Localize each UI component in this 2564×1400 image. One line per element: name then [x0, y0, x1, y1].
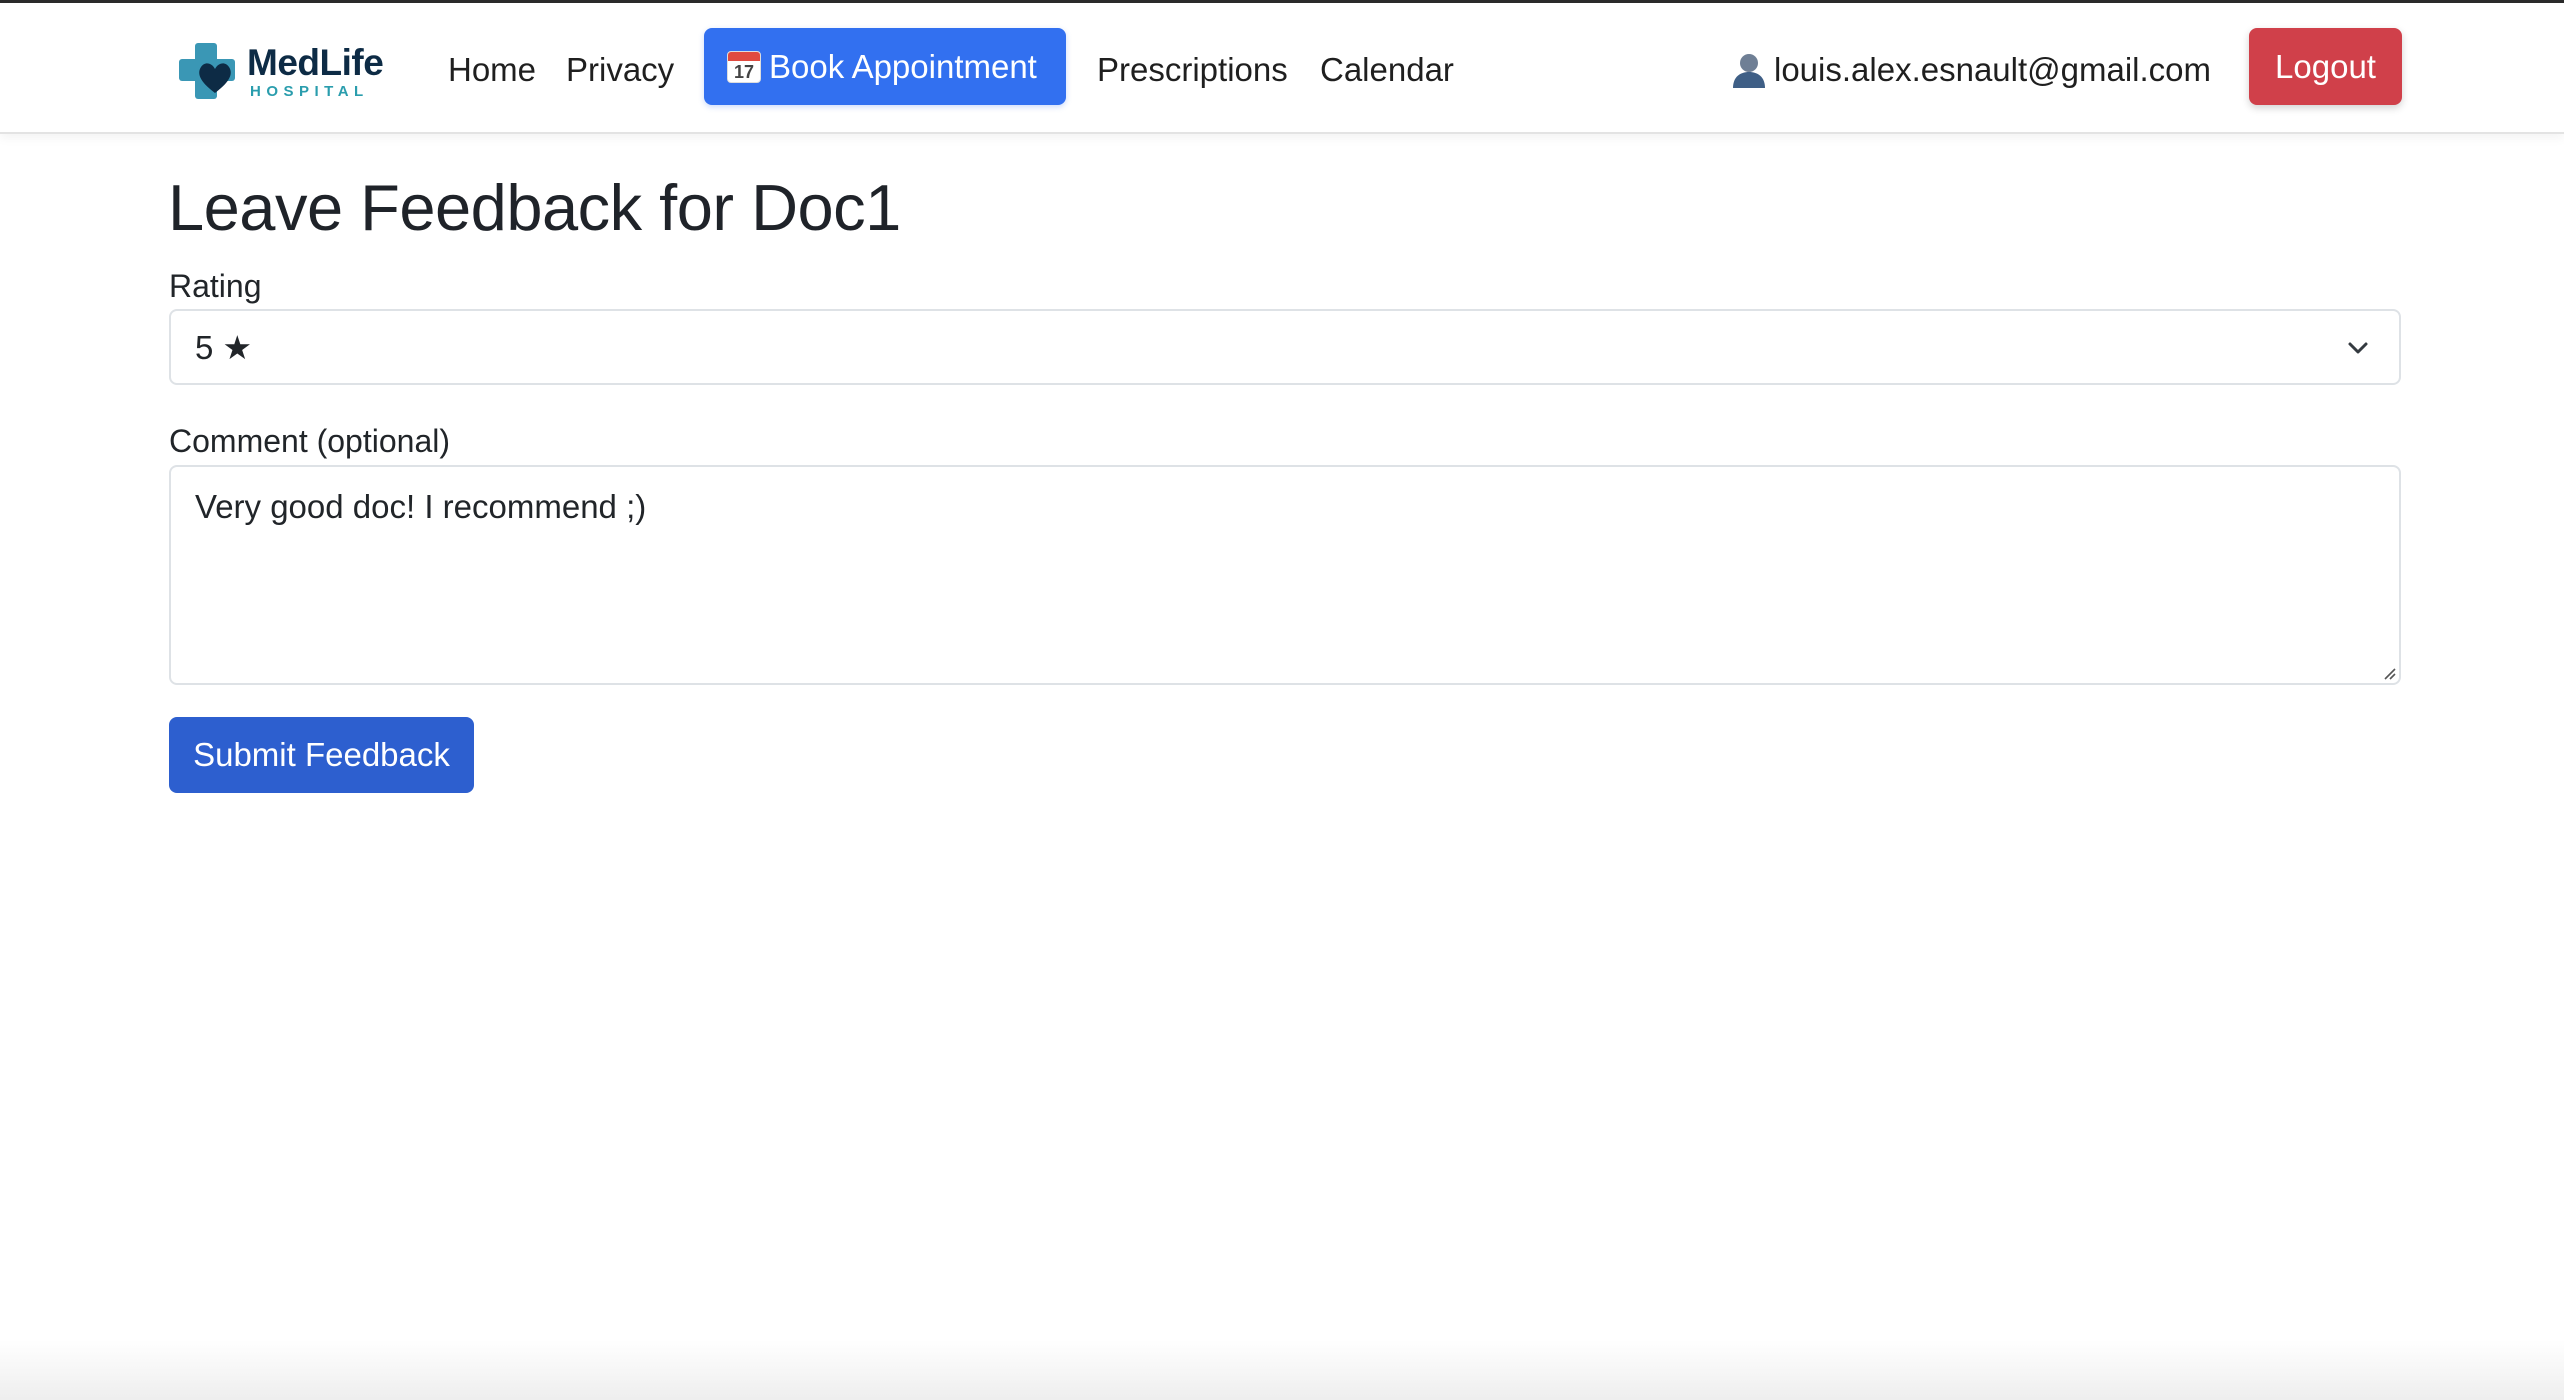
nav-link-calendar[interactable]: Calendar — [1320, 50, 1454, 90]
navbar: MedLife HOSPITAL Home Privacy 17 Book Ap… — [0, 3, 2564, 134]
comment-label: Comment (optional) — [169, 423, 450, 459]
bottom-shadow — [0, 1340, 2564, 1400]
user-account[interactable]: louis.alex.esnault@gmail.com — [1732, 50, 2211, 90]
comment-textarea[interactable]: Very good doc! I recommend ;) — [169, 465, 2401, 685]
user-icon — [1733, 54, 1765, 88]
nav-link-prescriptions[interactable]: Prescriptions — [1097, 50, 1288, 90]
user-email: louis.alex.esnault@gmail.com — [1774, 51, 2212, 88]
submit-feedback-button[interactable]: Submit Feedback — [169, 717, 474, 793]
rating-label: Rating — [169, 268, 262, 304]
rating-selected-value: 5 ★ — [195, 328, 253, 366]
nav-link-home[interactable]: Home — [448, 50, 536, 90]
rating-select[interactable]: 5 ★ — [169, 309, 2401, 385]
logout-button[interactable]: Logout — [2249, 28, 2402, 105]
medical-cross-heart-icon — [179, 43, 235, 99]
chevron-down-icon — [2348, 342, 2368, 354]
brand-logo[interactable]: MedLife HOSPITAL — [175, 39, 384, 103]
resize-handle-icon[interactable] — [2381, 665, 2397, 681]
book-appointment-label: Book Appointment — [769, 47, 1037, 85]
calendar-icon: 17 — [727, 50, 761, 83]
brand-subtitle: HOSPITAL — [250, 82, 369, 100]
brand-name: MedLife — [247, 41, 384, 83]
book-appointment-button[interactable]: 17 Book Appointment — [704, 28, 1066, 105]
page-title: Leave Feedback for Doc1 — [168, 171, 901, 244]
comment-value: Very good doc! I recommend ;) — [195, 488, 647, 525]
nav-link-privacy[interactable]: Privacy — [566, 50, 674, 90]
